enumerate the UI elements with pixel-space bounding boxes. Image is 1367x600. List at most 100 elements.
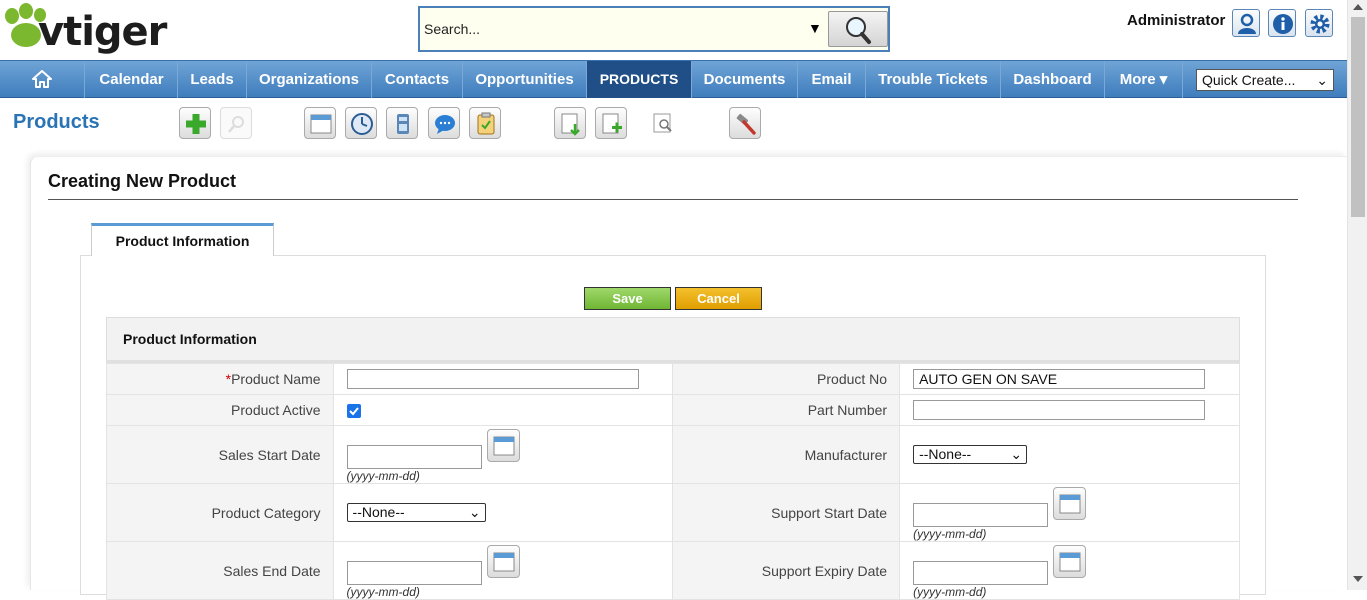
search-products-button[interactable] xyxy=(220,107,252,139)
quick-create-select[interactable]: Quick Create... ⌄ xyxy=(1196,69,1334,91)
table-row: Sales Start Date (yyyy-mm-dd) Manufactur… xyxy=(106,425,1240,484)
calendar-icon xyxy=(1059,494,1081,514)
calendar-button[interactable] xyxy=(304,107,336,139)
date-format-hint: (yyyy-mm-dd) xyxy=(346,585,420,599)
sales-end-date-cell: (yyyy-mm-dd) xyxy=(332,541,674,600)
find-duplicates-icon xyxy=(653,113,672,133)
nav-calendar[interactable]: Calendar xyxy=(86,61,178,98)
nav-documents[interactable]: Documents xyxy=(692,61,798,98)
cancel-button[interactable]: Cancel xyxy=(675,287,762,310)
nav-contacts[interactable]: Contacts xyxy=(372,61,463,98)
nav-dashboard[interactable]: Dashboard xyxy=(1001,61,1105,98)
user-settings-icon[interactable] xyxy=(1232,9,1260,37)
quick-create-value: Quick Create... xyxy=(1202,72,1296,88)
product-active-label: Product Active xyxy=(106,394,334,426)
search-button[interactable] xyxy=(828,11,888,47)
info-icon[interactable] xyxy=(1268,9,1296,37)
clock-button[interactable] xyxy=(345,107,377,139)
clock-icon xyxy=(351,113,373,135)
tab-product-information[interactable]: Product Information xyxy=(91,223,274,256)
export-icon xyxy=(602,113,622,134)
scroll-down-arrow-icon[interactable] xyxy=(1353,576,1363,582)
support-start-date-cell: (yyyy-mm-dd) xyxy=(899,483,1240,542)
product-category-label: Product Category xyxy=(106,483,334,542)
nav-trouble-tickets[interactable]: Trouble Tickets xyxy=(866,61,1001,98)
find-duplicates-button[interactable] xyxy=(647,107,679,139)
sales-start-date-calendar-button[interactable] xyxy=(486,429,520,462)
search-input[interactable] xyxy=(424,12,804,46)
settings-button[interactable] xyxy=(729,107,761,139)
product-name-input[interactable] xyxy=(346,369,639,389)
search-dropdown-icon[interactable]: ▼ xyxy=(808,20,822,36)
search-icon xyxy=(228,116,244,133)
product-name-label: *Product Name xyxy=(106,363,334,395)
nav-email[interactable]: Email xyxy=(798,61,866,98)
calendar-icon xyxy=(310,114,332,134)
sales-end-date-label: Sales End Date xyxy=(106,541,334,600)
main-nav: Calendar Leads Organizations Contacts Op… xyxy=(0,60,1347,98)
magnifier-icon xyxy=(846,17,871,44)
home-icon xyxy=(32,70,52,88)
support-start-date-input[interactable] xyxy=(913,503,1049,527)
nav-leads[interactable]: Leads xyxy=(178,61,247,98)
settings-hammer-icon xyxy=(736,113,756,135)
support-expiry-date-cell: (yyyy-mm-dd) xyxy=(899,541,1240,600)
date-format-hint: (yyyy-mm-dd) xyxy=(346,469,420,483)
nav-more[interactable]: More ▾ xyxy=(1105,61,1183,98)
save-button[interactable]: Save xyxy=(584,287,671,310)
page-title: Creating New Product xyxy=(48,171,237,191)
date-format-hint: (yyyy-mm-dd) xyxy=(913,527,987,541)
manufacturer-select[interactable]: --None-- ⌄ xyxy=(913,445,1028,464)
sales-end-date-calendar-button[interactable] xyxy=(486,545,520,578)
module-title[interactable]: Products xyxy=(13,111,100,134)
user-name[interactable]: Administrator xyxy=(1127,12,1225,29)
import-button[interactable] xyxy=(554,107,586,139)
sales-start-date-input[interactable] xyxy=(346,445,482,469)
sales-end-date-input[interactable] xyxy=(346,561,482,585)
sales-start-date-cell: (yyyy-mm-dd) xyxy=(332,425,674,484)
chat-button[interactable] xyxy=(428,107,460,139)
product-category-select[interactable]: --None-- ⌄ xyxy=(346,503,486,522)
table-row: Sales End Date (yyyy-mm-dd) Support Expi… xyxy=(106,541,1240,600)
part-number-cell xyxy=(899,394,1240,426)
home-button[interactable] xyxy=(0,61,85,98)
nav-organizations[interactable]: Organizations xyxy=(247,61,372,98)
manufacturer-cell: --None-- ⌄ xyxy=(899,425,1240,484)
section-header: Product Information xyxy=(106,317,1240,363)
manufacturer-label: Manufacturer xyxy=(672,425,901,484)
scroll-thumb[interactable] xyxy=(1351,17,1365,217)
nav-opportunities[interactable]: Opportunities xyxy=(463,61,587,98)
part-number-input[interactable] xyxy=(913,400,1206,420)
product-name-cell xyxy=(332,363,674,395)
product-no-cell xyxy=(899,363,1240,395)
vertical-scrollbar[interactable] xyxy=(1347,0,1367,590)
support-start-date-label: Support Start Date xyxy=(672,483,901,542)
nav-products[interactable]: PRODUCTS xyxy=(587,61,692,98)
calculator-icon xyxy=(397,114,409,134)
scroll-up-arrow-icon[interactable] xyxy=(1353,4,1363,10)
product-active-cell xyxy=(332,394,674,426)
product-fields-table: *Product Name Product No Product Active … xyxy=(106,363,1240,600)
export-button[interactable] xyxy=(595,107,627,139)
support-expiry-date-calendar-button[interactable] xyxy=(1053,545,1087,578)
date-format-hint: (yyyy-mm-dd) xyxy=(913,585,987,599)
product-no-input[interactable] xyxy=(913,369,1206,389)
clipboard-icon xyxy=(477,112,495,135)
vtiger-logo[interactable]: vtiger xyxy=(2,2,207,57)
product-active-checkbox[interactable] xyxy=(346,404,361,419)
sales-start-date-label: Sales Start Date xyxy=(106,425,334,484)
calendar-icon xyxy=(1059,552,1081,572)
calendar-icon xyxy=(493,552,515,572)
title-divider xyxy=(48,199,1298,200)
calculator-button[interactable] xyxy=(386,107,418,139)
gear-icon[interactable] xyxy=(1305,9,1333,37)
header: vtiger ▼ Administrator xyxy=(0,0,1347,60)
chevron-down-icon: ⌄ xyxy=(468,504,481,520)
support-expiry-date-input[interactable] xyxy=(913,561,1049,585)
add-product-button[interactable] xyxy=(179,107,211,139)
import-icon xyxy=(561,113,580,136)
clipboard-button[interactable] xyxy=(469,107,501,139)
support-start-date-calendar-button[interactable] xyxy=(1053,487,1087,520)
table-row: *Product Name Product No xyxy=(106,363,1240,395)
chevron-down-icon: ⌄ xyxy=(1316,72,1328,88)
